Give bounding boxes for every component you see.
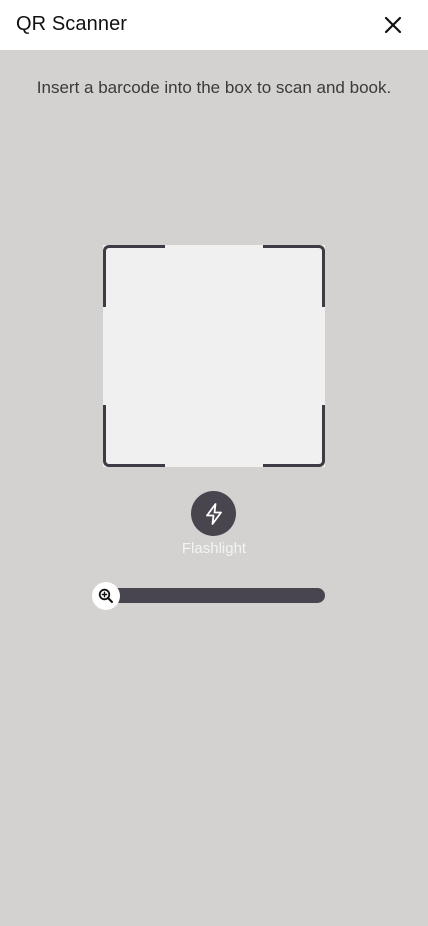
- instruction-text: Insert a barcode into the box to scan an…: [36, 78, 392, 97]
- lightning-bolt-icon: [205, 502, 222, 525]
- zoom-in-icon: [98, 588, 113, 603]
- scan-frame-corner-bottom-right: [263, 405, 325, 467]
- scan-area: [103, 245, 325, 467]
- flashlight-button[interactable]: [191, 491, 236, 536]
- zoom-slider[interactable]: [104, 588, 325, 603]
- app-header: QR Scanner: [0, 0, 428, 50]
- scan-frame-corner-top-left: [103, 245, 165, 307]
- close-icon: [384, 16, 402, 34]
- zoom-slider-thumb[interactable]: [92, 582, 120, 610]
- scan-frame-corner-bottom-left: [103, 405, 165, 467]
- close-button[interactable]: [380, 12, 406, 38]
- page-title: QR Scanner: [16, 13, 128, 35]
- flashlight-label: Flashlight: [181, 540, 247, 557]
- scan-frame-corner-top-right: [263, 245, 325, 307]
